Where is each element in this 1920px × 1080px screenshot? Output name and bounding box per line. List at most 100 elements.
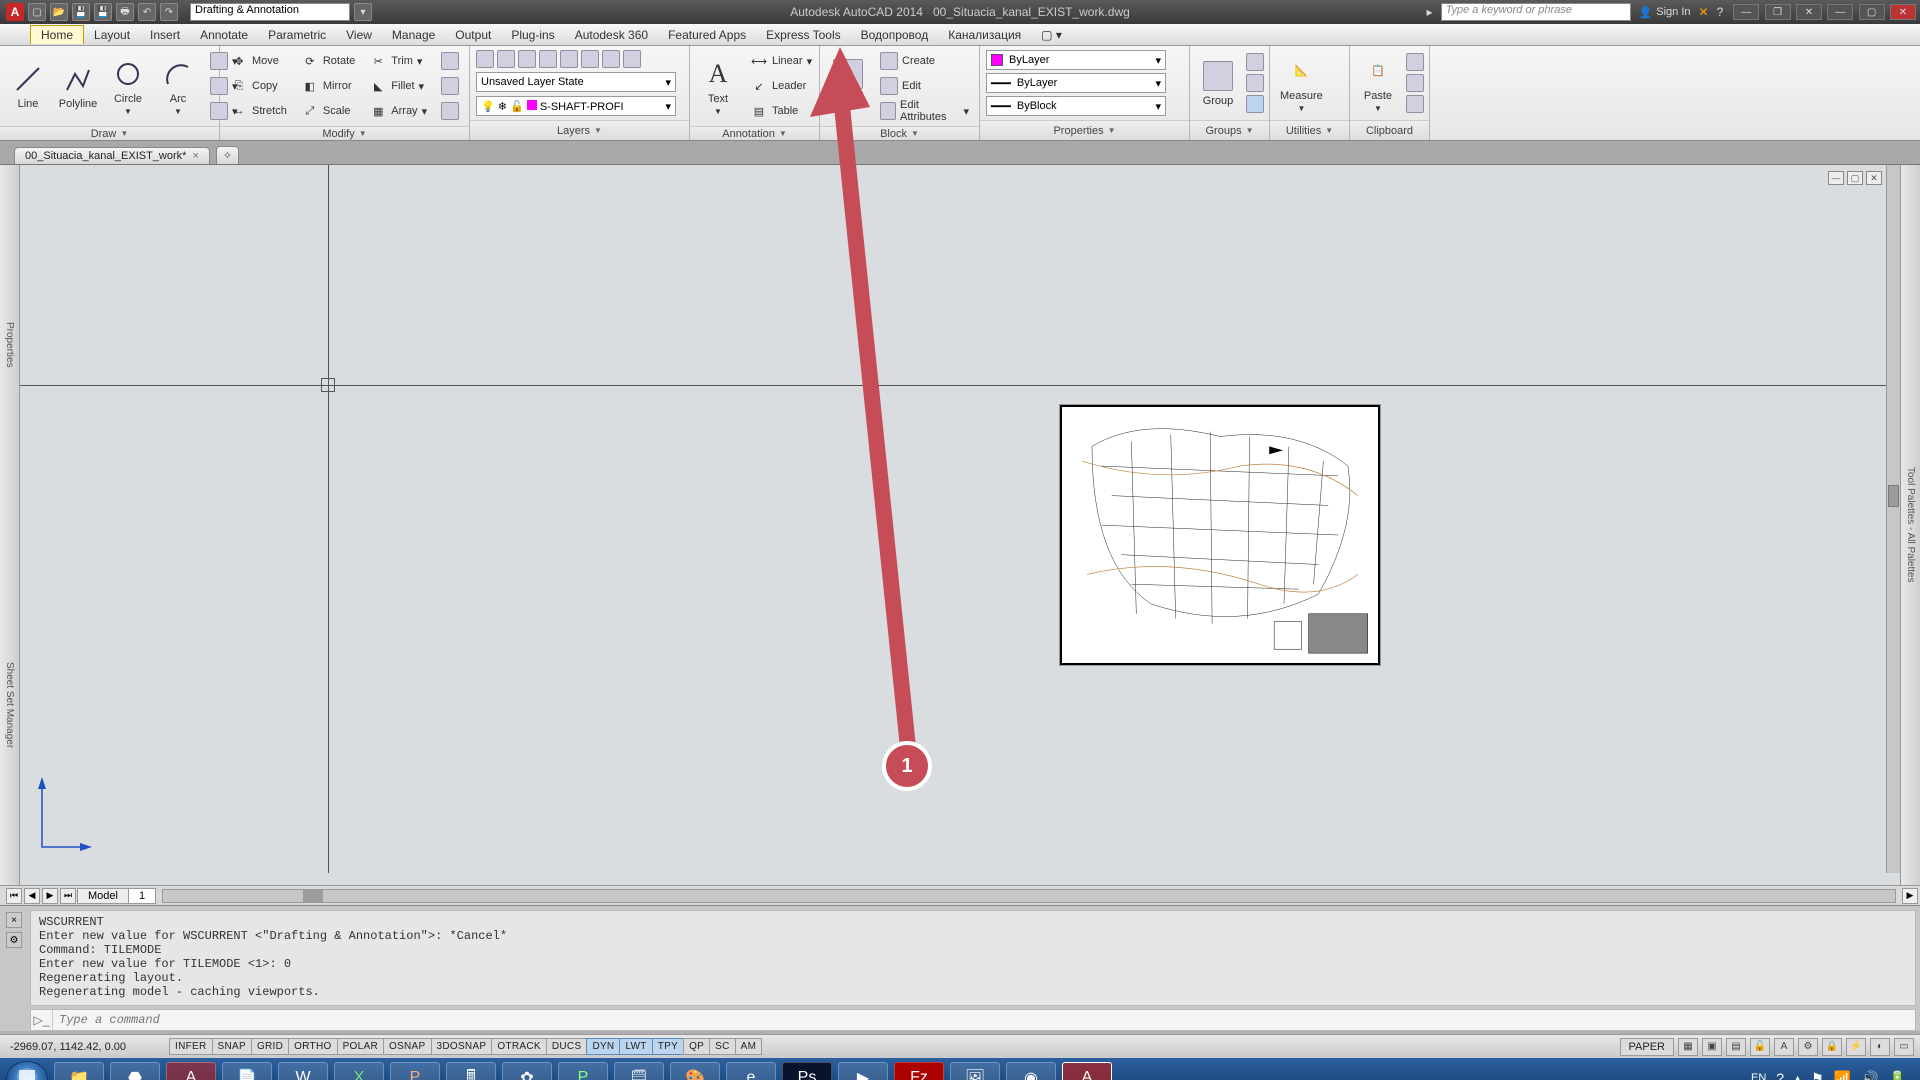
lang-indicator[interactable]: EN [1751,1072,1766,1080]
cmd-options-icon[interactable]: ⚙ [6,932,22,948]
save-icon[interactable]: 💾 [72,3,90,21]
vertical-scrollbar[interactable] [1886,165,1900,873]
explode-button[interactable] [437,75,463,97]
leader-button[interactable]: ↙Leader [746,75,816,97]
taskbar-autocad-old[interactable]: A [166,1062,216,1080]
taskbar-calc[interactable]: 🖩 [446,1062,496,1080]
toggle-ortho[interactable]: ORTHO [288,1038,337,1055]
toggle-polar[interactable]: POLAR [337,1038,384,1055]
annotation-scale-icon[interactable]: 🔓 [1750,1038,1770,1056]
horizontal-scrollbar[interactable] [162,889,1896,903]
sheetset-palette-tab[interactable]: Sheet Set Manager [0,525,20,885]
mirror-button[interactable]: ◧Mirror [297,75,359,97]
grid-display-icon[interactable]: ▦ [1678,1038,1698,1056]
annotation-vis-icon[interactable]: A [1774,1038,1794,1056]
minimize-button[interactable]: — [1827,4,1853,20]
toggle-tpy[interactable]: TPY [652,1038,684,1055]
taskbar-chrome[interactable]: ◉ [1006,1062,1056,1080]
quick-view-icon[interactable]: ▤ [1726,1038,1746,1056]
tab-manage[interactable]: Manage [382,26,445,44]
linear-dim-button[interactable]: ⟷Linear ▾ [746,50,816,72]
taskbar-notepad[interactable]: 📄 [222,1062,272,1080]
color-selector[interactable]: ByLayer▾ [986,50,1166,70]
taskbar-app1[interactable]: ⬣ [110,1062,160,1080]
hardware-accel-icon[interactable]: ⚡ [1846,1038,1866,1056]
command-input[interactable] [53,1013,1915,1027]
maximize-vp-icon[interactable]: ▣ [1702,1038,1722,1056]
taskbar-excel[interactable]: X [334,1062,384,1080]
taskbar-paint[interactable]: 🎨 [670,1062,720,1080]
tray-volume-icon[interactable]: 🔊 [1861,1070,1878,1080]
tab-express-tools[interactable]: Express Tools [756,26,850,44]
exchange-icon[interactable]: ✕ [1699,5,1709,19]
layer-off-icon[interactable] [560,50,578,68]
saveas-icon[interactable]: 💾 [94,3,112,21]
toolbar-lock-icon[interactable]: 🔒 [1822,1038,1842,1056]
toggle-qp[interactable]: QP [683,1038,710,1055]
qat-dropdown-icon[interactable]: ▾ [354,3,372,21]
text-button[interactable]: AText▼ [696,55,740,118]
toggle-am[interactable]: AM [735,1038,763,1055]
scrollbar-thumb[interactable] [1888,485,1899,507]
layer-state-selector[interactable]: Unsaved Layer State▾ [476,72,676,92]
show-hidden-icon[interactable]: ▴ [1794,1070,1801,1080]
taskbar-ie[interactable]: e [726,1062,776,1080]
layout1-tab[interactable]: 1 [128,888,156,904]
linetype-selector[interactable]: ━━━ByLayer▾ [986,73,1166,93]
layout-next-icon[interactable]: ▶ [42,888,58,904]
layout-prev-icon[interactable]: ◀ [24,888,40,904]
close-doc-button[interactable]: ✕ [1796,4,1822,20]
move-button[interactable]: ✥Move [226,50,291,72]
toggle-sc[interactable]: SC [709,1038,736,1055]
minimize-doc-button[interactable]: — [1733,4,1759,20]
tray-network-icon[interactable]: 📶 [1834,1070,1851,1080]
tab-plugins[interactable]: Plug-ins [501,26,564,44]
help-search-input[interactable]: Type a keyword or phrase [1441,3,1631,21]
tool-palettes-tab[interactable]: Tool Palettes - All Palettes [1900,165,1920,885]
signin-button[interactable]: 👤Sign In [1639,6,1691,19]
tab-layout[interactable]: Layout [84,26,140,44]
close-button[interactable]: ✕ [1890,4,1916,20]
layer-states-icon[interactable] [497,50,515,68]
layer-selector[interactable]: 💡 ❄ 🔓 S-SHAFT-PROFI▾ [476,96,676,116]
toggle-grid[interactable]: GRID [251,1038,289,1055]
command-line[interactable]: ▷_ [30,1009,1916,1031]
redo-icon[interactable]: ↷ [160,3,178,21]
edit-attr-button[interactable]: Edit Attributes ▾ [876,100,973,122]
cut-icon[interactable] [1406,53,1424,71]
space-toggle[interactable]: PAPER [1620,1038,1674,1056]
vp-max-icon[interactable]: ▢ [1847,171,1863,185]
vp-close-icon[interactable]: ✕ [1866,171,1882,185]
tab-output[interactable]: Output [445,26,501,44]
model-tab[interactable]: Model [77,888,129,904]
tray-flag-icon[interactable]: ⚑ [1811,1070,1824,1080]
plot-icon[interactable]: 🖶 [116,3,134,21]
toggle-snap[interactable]: SNAP [212,1038,252,1055]
layout-viewport[interactable] [1060,405,1380,665]
copy-button[interactable]: ⎘Copy [226,75,291,97]
line-button[interactable]: Line [6,60,50,112]
new-icon[interactable]: ▢ [28,3,46,21]
offset-button[interactable] [437,100,463,122]
undo-icon[interactable]: ↶ [138,3,156,21]
tray-battery-icon[interactable]: 🔋 [1889,1070,1906,1080]
layer-lock-icon[interactable] [581,50,599,68]
help-icon[interactable]: ? [1717,5,1724,19]
tab-annotate[interactable]: Annotate [190,26,258,44]
tab-parametric[interactable]: Parametric [258,26,336,44]
create-block-button[interactable]: Create [876,50,973,72]
erase-button[interactable] [437,50,463,72]
array-button[interactable]: ▦Array ▾ [365,100,431,122]
table-button[interactable]: ▤Table [746,100,816,122]
group-button[interactable]: Group [1196,57,1240,109]
measure-button[interactable]: 📐Measure▼ [1276,52,1327,115]
workspace-selector[interactable]: Drafting & Annotation [190,3,350,21]
taskbar-autocad[interactable]: A [1062,1062,1112,1080]
hscroll-thumb[interactable] [303,890,323,902]
tab-home[interactable]: Home [30,25,84,44]
document-tab[interactable]: 00_Situacia_kanal_EXIST_work*× [14,147,210,164]
restore-doc-button[interactable]: ❐ [1765,4,1791,20]
taskbar-media[interactable]: ▶ [838,1062,888,1080]
toggle-infer[interactable]: INFER [169,1038,213,1055]
tab-featured-apps[interactable]: Featured Apps [658,26,756,44]
